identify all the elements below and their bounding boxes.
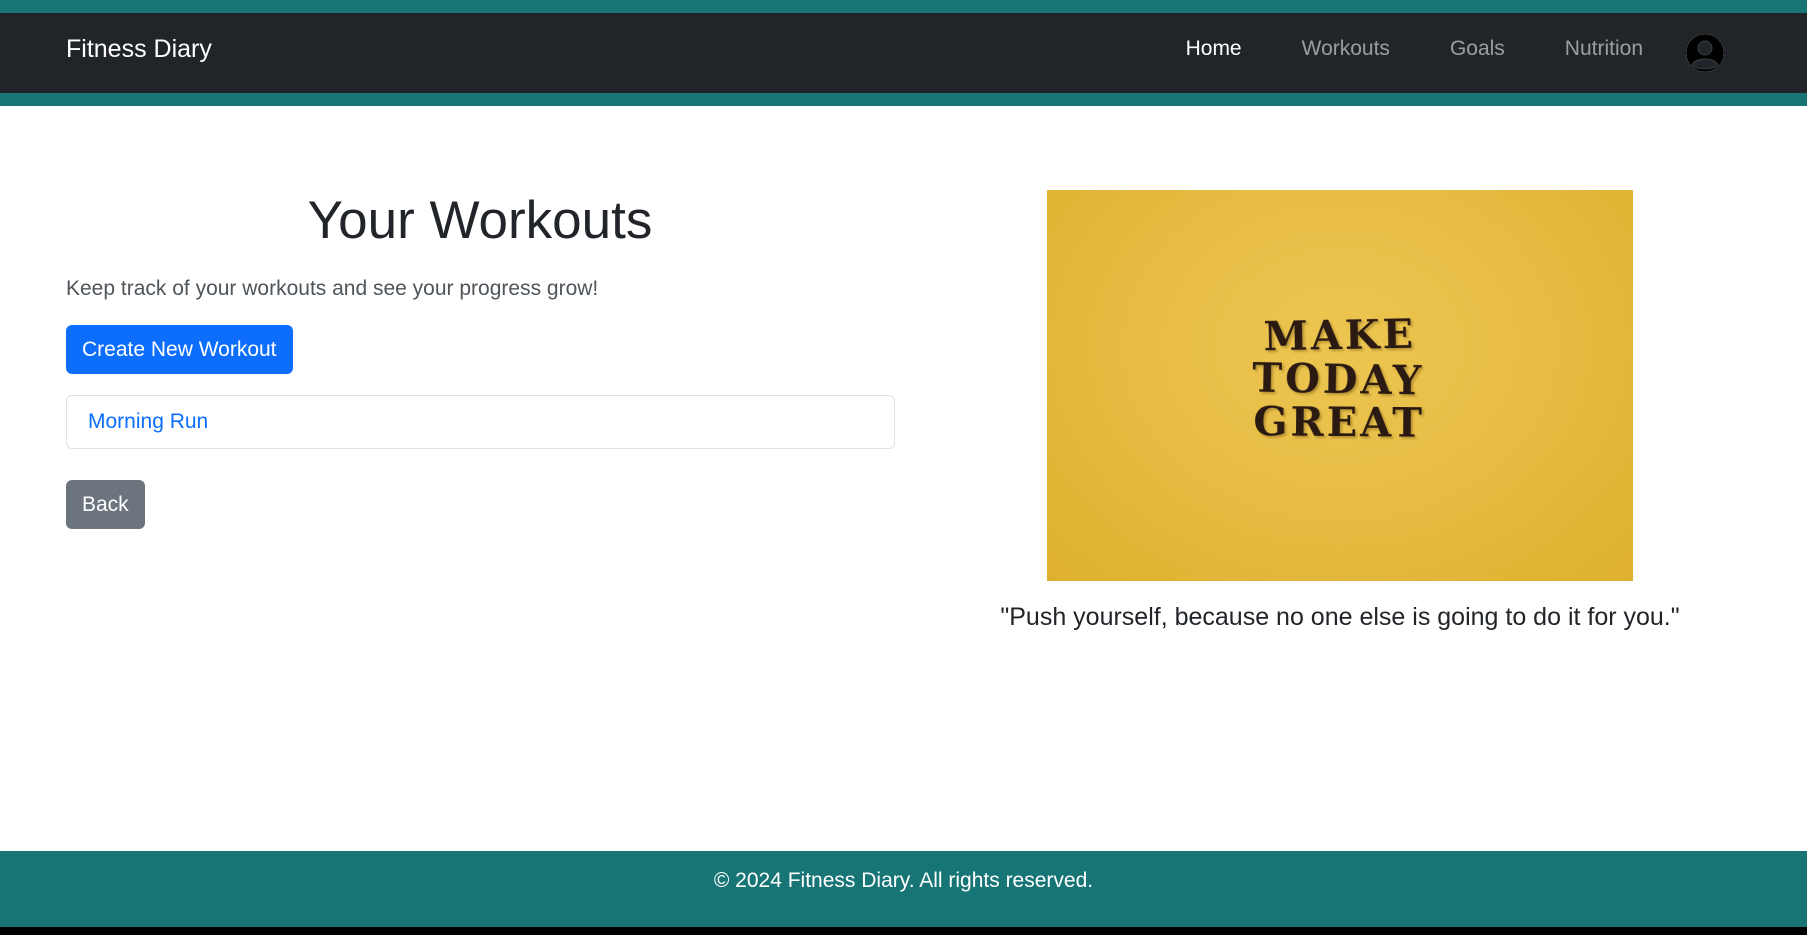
page: Fitness Diary Home Workouts Goals Nutrit… [0,0,1807,935]
nav-links: Home Workouts Goals Nutrition [1126,37,1643,61]
image-word-make: MAKE [1263,311,1416,361]
user-circle-icon [1686,34,1724,72]
page-subtitle: Keep track of your workouts and see your… [66,277,599,300]
footer-copyright: © 2024 Fitness Diary. All rights reserve… [713,869,1094,892]
brand-link[interactable]: Fitness Diary [66,35,212,64]
header-bottom-stripe [0,93,1807,106]
footer: © 2024 Fitness Diary. All rights reserve… [0,851,1807,927]
nav-link-workouts[interactable]: Workouts [1302,37,1390,61]
back-button[interactable]: Back [66,480,145,529]
motivation-image-lettering: MAKE TODAY GREAT [1252,311,1425,447]
header-top-stripe [0,0,1807,13]
create-new-workout-button[interactable]: Create New Workout [66,325,293,374]
page-title: Your Workouts [307,191,653,250]
nav-link-nutrition[interactable]: Nutrition [1565,37,1643,61]
footer-bottom-edge [0,927,1807,935]
image-word-great: GREAT [1253,398,1425,446]
user-avatar-button[interactable] [1686,34,1724,72]
navbar: Fitness Diary Home Workouts Goals Nutrit… [0,13,1807,93]
workout-item-morning-run[interactable]: Morning Run [88,410,208,434]
image-word-today: TODAY [1252,355,1425,405]
workout-list: Morning Run [66,395,895,449]
nav-link-home[interactable]: Home [1186,37,1242,61]
nav-link-goals[interactable]: Goals [1450,37,1505,61]
motivational-quote: "Push yourself, because no one else is g… [1000,603,1680,631]
motivation-image: MAKE TODAY GREAT [1047,190,1633,581]
